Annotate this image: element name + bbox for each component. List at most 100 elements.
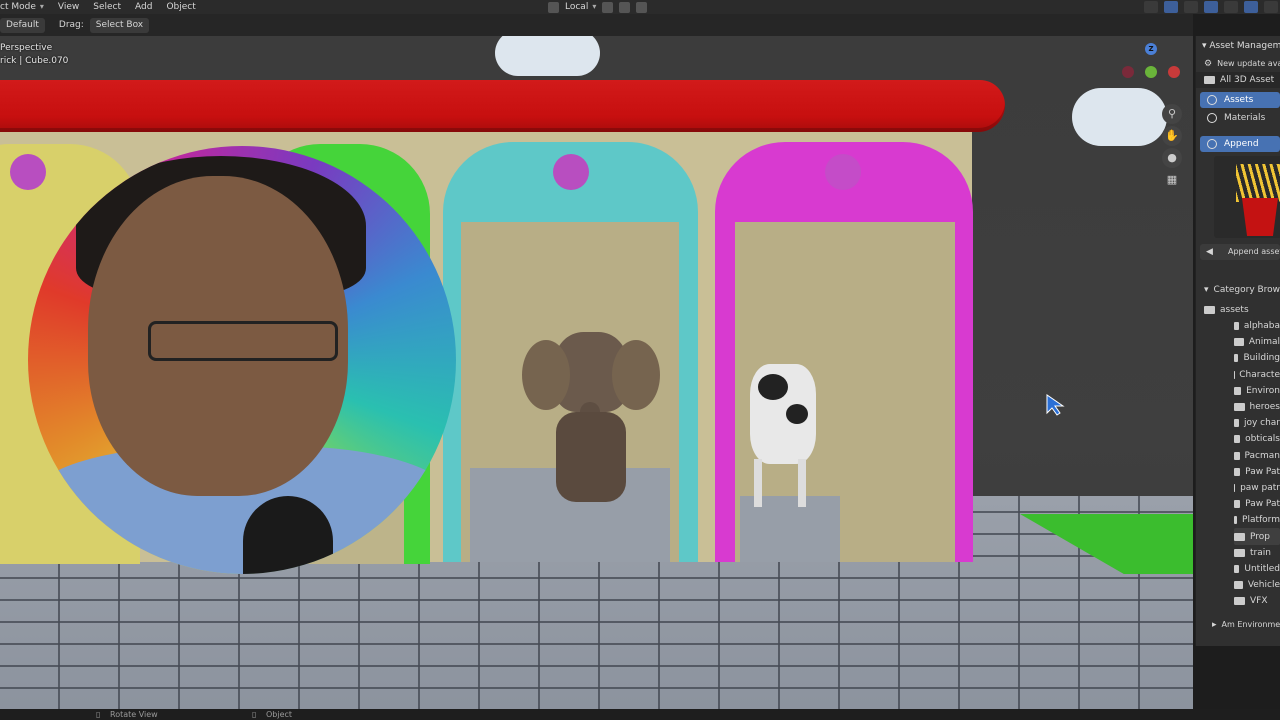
mode-selector[interactable]: ct Mode <box>0 0 51 14</box>
category-label: obticals <box>1245 434 1280 445</box>
header-bar: ct Mode View Select Add Object Local <box>0 0 1280 14</box>
category-item[interactable]: joy char <box>1234 415 1280 431</box>
folder-icon <box>1234 435 1241 444</box>
arrow-left-icon: ◀ <box>1206 247 1213 257</box>
category-item[interactable]: heroes <box>1234 399 1280 415</box>
gizmo-toggle-icon[interactable] <box>1164 1 1178 13</box>
category-item[interactable]: Paw Pat <box>1234 496 1280 512</box>
asset-manager-header[interactable]: ▾ Asset Managem <box>1196 36 1280 56</box>
environment-section-label: Am Environmen <box>1221 620 1280 630</box>
folder-icon <box>1234 354 1239 363</box>
assets-tab[interactable]: Assets <box>1200 92 1280 108</box>
environment-section-header[interactable]: ▸ Am Environmen <box>1196 617 1280 633</box>
gizmo-neg-x-axis[interactable] <box>1122 66 1134 78</box>
asset-preview-thumbnail[interactable] <box>1214 156 1280 238</box>
category-item[interactable]: VFX <box>1234 593 1280 609</box>
zoom-icon[interactable]: ⚲ <box>1162 104 1182 124</box>
arch-emblem <box>553 154 589 190</box>
category-item[interactable]: obticals <box>1234 431 1280 447</box>
category-label: Environ <box>1246 385 1280 396</box>
status-hint-rotate: Rotate View <box>110 710 158 719</box>
menu-view[interactable]: View <box>51 0 86 14</box>
ortho-grid-icon[interactable]: ▦ <box>1162 170 1182 190</box>
materials-tab[interactable]: Materials <box>1200 110 1280 126</box>
category-item[interactable]: Platform <box>1234 512 1280 528</box>
append-asset-button[interactable]: ◀ Append asset <box>1200 244 1280 260</box>
folder-icon <box>1234 386 1242 395</box>
category-item[interactable]: Paw Pat <box>1234 464 1280 480</box>
library-selector[interactable]: All 3D Asset <box>1196 72 1280 88</box>
gizmo-z-axis[interactable]: Z <box>1145 43 1157 55</box>
folder-icon <box>1234 403 1245 412</box>
mouse-icon: ▯ <box>252 710 257 719</box>
category-item[interactable]: train <box>1234 545 1280 561</box>
cow-model[interactable] <box>738 344 828 509</box>
pan-hand-icon[interactable]: ✋ <box>1162 126 1182 146</box>
orientation-selector[interactable]: Local <box>565 2 596 12</box>
3d-viewport[interactable]: Perspective rick | Cube.070 Z ⚲ ✋ ● ▦ <box>0 36 1193 709</box>
category-browser-header[interactable]: ▾ Category Brows <box>1196 282 1280 298</box>
category-label: heroes <box>1249 402 1280 413</box>
drag-label: Drag: <box>58 20 84 30</box>
menu-add[interactable]: Add <box>128 0 159 14</box>
category-item[interactable]: Characte <box>1234 367 1280 383</box>
menu-object[interactable]: Object <box>159 0 202 14</box>
overlay-icon[interactable] <box>1184 1 1198 13</box>
category-item-selected[interactable]: Prop <box>1234 528 1280 545</box>
transform-tools: Local <box>548 0 648 14</box>
assets-root-label: assets <box>1220 305 1249 315</box>
category-item[interactable]: Animal <box>1234 334 1280 350</box>
category-item[interactable]: Untitled <box>1234 561 1280 577</box>
update-notice[interactable]: ⚙ New update avai <box>1196 56 1280 72</box>
falloff-icon[interactable] <box>636 1 648 13</box>
category-item[interactable]: Building <box>1234 350 1280 366</box>
category-item[interactable]: alphaba <box>1234 318 1280 334</box>
category-label: Animal <box>1248 337 1280 348</box>
mouse-icon: ▯ <box>96 710 101 719</box>
category-label: alphaba <box>1243 321 1280 332</box>
camera-view-icon[interactable]: ● <box>1162 148 1182 168</box>
folder-icon <box>1204 306 1215 314</box>
category-label: Prop <box>1250 531 1270 542</box>
menu-select[interactable]: Select <box>86 0 128 14</box>
chevron-right-icon: ▸ <box>1212 620 1217 631</box>
xray-icon[interactable] <box>1204 1 1218 13</box>
append-button[interactable]: Append <box>1200 136 1280 152</box>
assets-root-folder[interactable]: assets <box>1196 302 1280 318</box>
folder-icon <box>1234 548 1245 557</box>
category-label: joy char <box>1243 418 1280 429</box>
visibility-icon[interactable] <box>1144 1 1158 13</box>
orientation-default-dropdown[interactable]: Default <box>0 17 45 33</box>
library-name: All 3D Asset <box>1220 75 1275 85</box>
link-icon <box>1207 139 1217 149</box>
wireframe-shading-icon[interactable] <box>1224 1 1238 13</box>
drag-select-box-dropdown[interactable]: Select Box <box>89 17 150 33</box>
update-notice-text: New update avai <box>1217 59 1280 68</box>
fries-box-preview <box>1242 198 1278 236</box>
french-fries-preview <box>1236 164 1280 202</box>
material-shading-icon[interactable] <box>1264 1 1278 13</box>
mouse-cursor-icon <box>1046 394 1065 416</box>
category-label: Platform <box>1242 515 1280 526</box>
elephant-model[interactable] <box>522 332 660 502</box>
category-item[interactable]: Vehicle <box>1234 577 1280 593</box>
tool-settings-bar: Default Drag: Select Box <box>0 14 1193 36</box>
cloud-decoration <box>495 36 600 76</box>
proportional-edit-icon[interactable] <box>619 1 631 13</box>
folder-icon <box>1234 483 1236 492</box>
snap-icon[interactable] <box>602 1 614 13</box>
webcam-overlay <box>28 146 456 574</box>
status-hint-object: Object <box>266 710 293 719</box>
materials-tab-label: Materials <box>1224 113 1266 123</box>
category-item[interactable]: Pacman <box>1234 448 1280 464</box>
folder-icon <box>1234 516 1238 525</box>
gizmo-x-axis[interactable] <box>1168 66 1180 78</box>
category-label: Pacman <box>1244 450 1280 461</box>
cloud-decoration <box>1072 88 1167 146</box>
gizmo-y-axis[interactable] <box>1145 66 1157 78</box>
category-item[interactable]: Environ <box>1234 383 1280 399</box>
solid-shading-icon[interactable] <box>1244 1 1258 13</box>
transform-pivot-icon[interactable] <box>548 1 559 13</box>
category-label: train <box>1250 547 1271 558</box>
category-item[interactable]: paw patr <box>1234 480 1280 496</box>
